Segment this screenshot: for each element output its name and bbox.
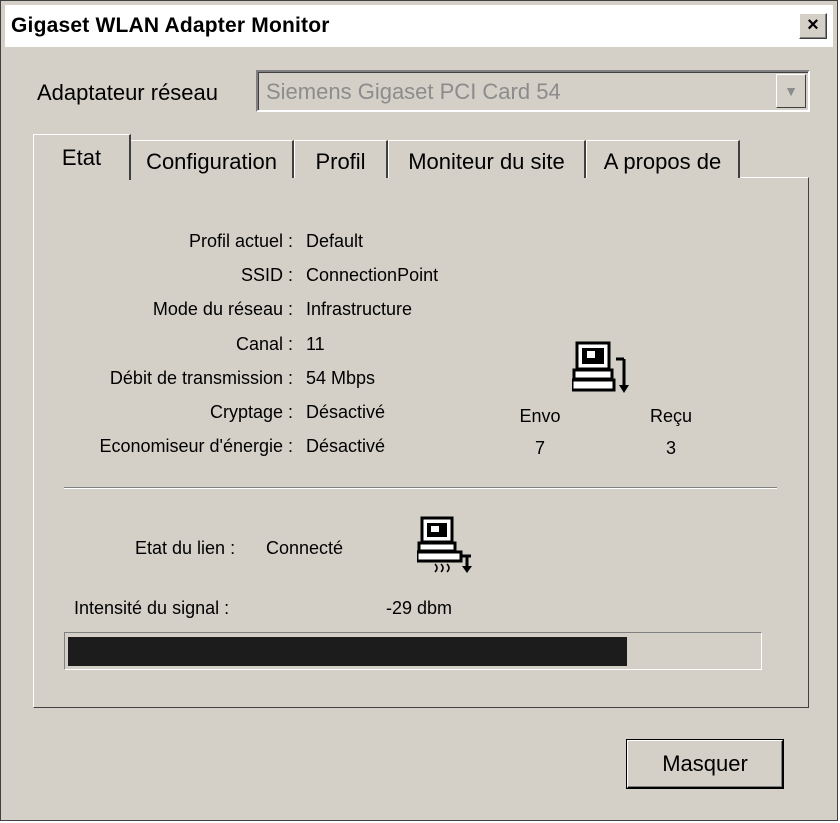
signal-strength-fill [68,637,627,666]
adapter-select[interactable]: Siemens Gigaset PCI Card 54 ▼ [256,70,810,112]
tab-configuration[interactable]: Configuration [130,140,294,178]
received-label: Reçu [649,406,693,426]
adapter-select-value: Siemens Gigaset PCI Card 54 [266,79,561,104]
title-bar: Gigaset WLAN Adapter Monitor × [5,5,833,47]
ssid-value: ConnectionPoint [306,265,439,285]
signal-label: Intensité du signal : [74,598,230,618]
signal-value: -29 dbm [386,598,453,618]
tab-profil[interactable]: Profil [294,140,388,178]
received-count: 3 [665,438,676,458]
close-button[interactable]: × [799,13,827,39]
monitor-window: Gigaset WLAN Adapter Monitor × Adaptateu… [0,0,838,821]
encryption-label: Cryptage : [209,402,293,422]
adapter-label: Adaptateur réseau [37,80,219,105]
ssid-label: SSID : [240,265,293,285]
tx-rate-label: Débit de transmission : [109,368,293,388]
encryption-value: Désactivé [306,402,386,422]
signal-strength-bar [64,632,762,670]
power-save-value: Désactivé [306,436,386,456]
sent-label: Envo [519,406,561,426]
link-status-label: Etat du lien : [135,538,236,558]
computer-link-icon [417,516,472,573]
tab-moniteur-du-site[interactable]: Moniteur du site [388,140,586,178]
link-status-value: Connecté [266,538,344,558]
tab-etat[interactable]: Etat [33,134,131,180]
power-save-label: Economiseur d'énergie : [99,436,293,456]
hide-button[interactable]: Masquer [627,740,783,788]
section-divider [64,487,777,489]
tx-rate-value: 54 Mbps [306,368,376,388]
chevron-down-icon: ▼ [784,83,798,99]
computer-network-icon [572,341,629,393]
dropdown-button[interactable]: ▼ [776,74,806,108]
window-title: Gigaset WLAN Adapter Monitor [11,14,330,37]
profile-value: Default [306,231,364,251]
tab-a-propos[interactable]: A propos de [586,140,740,178]
channel-value: 11 [306,334,325,354]
network-mode-label: Mode du réseau : [152,299,293,319]
profile-label: Profil actuel : [188,231,293,251]
sent-count: 7 [534,438,545,458]
channel-label: Canal : [235,334,293,354]
network-mode-value: Infrastructure [306,299,413,319]
